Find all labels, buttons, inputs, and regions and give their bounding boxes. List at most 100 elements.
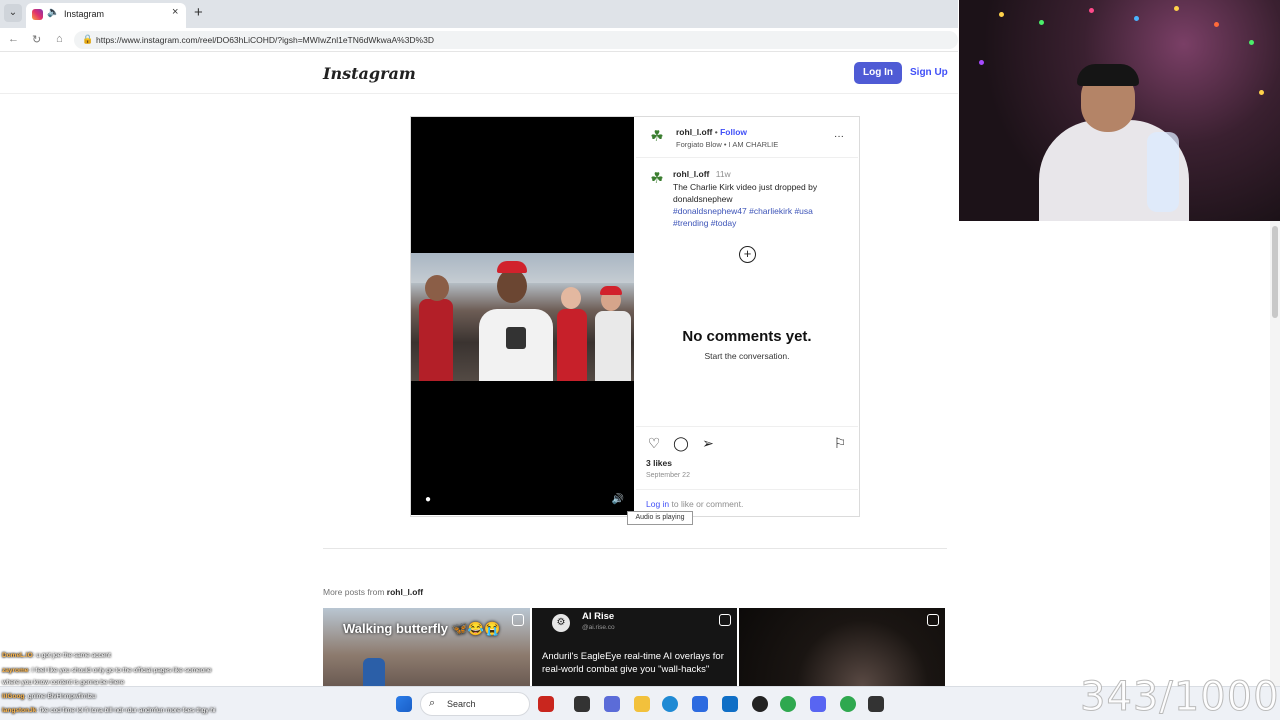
chat-user: zayrome — [2, 667, 29, 674]
string-light — [979, 60, 984, 65]
home-icon[interactable]: ⌂ — [56, 33, 63, 45]
store-icon[interactable] — [692, 696, 708, 712]
audio-track[interactable]: Forgiato Blow • I AM CHARLIE — [676, 140, 778, 149]
app-icon[interactable] — [868, 696, 884, 712]
string-light — [1174, 6, 1179, 11]
ai-rise-logo-icon: ⚙ — [552, 614, 570, 632]
task-view-icon[interactable] — [574, 696, 590, 712]
chat-text: : I feel like you should only go to the … — [28, 667, 212, 674]
caption-text: The Charlie Kirk video just dropped by d… — [673, 182, 818, 204]
chat-message: langstonJk: fke cod fime lol fi lcrra bl… — [2, 707, 216, 714]
reel-video[interactable]: ● 🔊 — [411, 117, 634, 515]
more-posts-author[interactable]: rohl_l.off — [387, 587, 423, 597]
string-light — [999, 12, 1004, 17]
back-icon[interactable]: ← — [8, 33, 19, 45]
chat-user: langstonJk — [2, 707, 37, 714]
scrollbar-thumb[interactable] — [1272, 226, 1278, 318]
thumb2-handle: @ai.rise.co — [582, 624, 615, 631]
app-icon[interactable] — [604, 696, 620, 712]
user-tags-icon[interactable]: ● — [419, 491, 437, 509]
tab-strip: ⌄ 🔈 Instagram × + — [0, 0, 958, 28]
tab-instagram[interactable]: 🔈 Instagram × — [26, 3, 186, 28]
reel-icon — [927, 614, 939, 626]
add-icon[interactable]: + — [739, 246, 756, 263]
caption-avatar[interactable]: ☘ — [648, 170, 666, 188]
chat-text: : fke cod fime lol fi lcrra blll ndr rdu… — [36, 707, 216, 714]
speaker-icon[interactable]: 🔈 — [47, 7, 59, 18]
chat-message: DomeL.lO: u got joe the same accent — [2, 652, 111, 659]
thumb2-channel: AI Rise — [582, 611, 615, 622]
string-light — [1039, 20, 1044, 25]
tab-list-button[interactable]: ⌄ — [4, 4, 22, 22]
like-heart-icon[interactable]: ♡ — [645, 434, 663, 452]
taskbar-search[interactable]: ⌕ Search — [420, 692, 530, 716]
chat-message: lilGoog: gnlme BlvHnmpwflrnlzu — [2, 693, 96, 700]
share-icon[interactable]: ➢ — [699, 434, 717, 452]
windows-start-icon[interactable] — [396, 696, 412, 712]
login-divider — [636, 489, 858, 490]
search-icon: ⌕ — [429, 697, 436, 709]
site-info-icon[interactable]: 🔒 — [82, 34, 93, 45]
post-author-line: rohl_l.off • Follow — [676, 127, 747, 137]
likes-count[interactable]: 3 likes — [646, 458, 672, 468]
instagram-logo[interactable]: Instagram — [323, 64, 416, 83]
tab-title: Instagram — [64, 9, 105, 19]
app-icon[interactable] — [752, 696, 768, 712]
string-light — [1134, 16, 1139, 21]
thumb2-text: Anduril's EagleEye real-time AI overlays… — [542, 651, 724, 675]
login-link[interactable]: Log in — [646, 499, 669, 509]
comment-icon[interactable]: ◯ — [672, 434, 690, 452]
follow-button[interactable]: Follow — [720, 127, 747, 137]
app-icon[interactable] — [538, 696, 554, 712]
post-date: September 22 — [646, 472, 690, 479]
caption-hashtags[interactable]: #donaldsnephew47 #charliekirk #usa #tren… — [673, 205, 843, 229]
caption-author[interactable]: rohl_l.off — [673, 169, 709, 179]
more-posts-heading: More posts from rohl_l.off — [323, 587, 423, 597]
caption-header: rohl_l.off 11w — [673, 169, 731, 179]
audio-toggle-icon[interactable]: 🔊 — [609, 491, 627, 509]
thumb1-figure — [363, 658, 385, 686]
close-tab-icon[interactable]: × — [172, 6, 178, 18]
section-divider — [323, 548, 947, 549]
instagram-favicon-icon — [32, 9, 43, 20]
caption: The Charlie Kirk video just dropped by d… — [673, 181, 843, 229]
edge-browser-icon[interactable] — [662, 696, 678, 712]
discord-icon[interactable] — [810, 696, 826, 712]
chat-text: where you know content is gonna be there — [2, 679, 125, 686]
more-options-icon[interactable]: ··· — [834, 131, 844, 142]
header-divider — [0, 93, 958, 94]
more-post-thumb-3[interactable] — [739, 608, 945, 686]
post-author[interactable]: rohl_l.off — [676, 127, 712, 137]
login-button[interactable]: Log In — [854, 62, 902, 84]
no-comments-heading: No comments yet. — [682, 328, 812, 345]
string-light — [1214, 22, 1219, 27]
signup-link[interactable]: Sign Up — [910, 67, 948, 78]
chrome-icon[interactable] — [780, 696, 796, 712]
string-light — [1259, 90, 1264, 95]
caption-time: 11w — [715, 169, 731, 179]
chat-text: : gnlme BlvHnmpwflrnlzu — [24, 693, 96, 700]
address-bar-row: ← ↻ ⌂ 🔒 https://www.instagram.com/reel/D… — [0, 28, 958, 52]
header-divider-post — [636, 157, 858, 158]
url-text[interactable]: https://www.instagram.com/reel/DO63hLiCO… — [96, 35, 434, 45]
chat-text: : u got joe the same accent — [32, 652, 111, 659]
chat-user: DomeL.lO — [2, 652, 33, 659]
author-avatar[interactable]: ☘ — [648, 128, 666, 146]
water-bottle — [1147, 132, 1179, 212]
more-post-thumb-2[interactable]: ⚙ AI Rise @ai.rise.co Anduril's EagleEye… — [532, 608, 737, 686]
save-bookmark-icon[interactable]: ⚐ — [831, 434, 849, 452]
audio-tooltip: Audio is playing — [627, 511, 693, 525]
chrome-icon[interactable] — [840, 696, 856, 712]
new-tab-button[interactable]: + — [194, 5, 203, 21]
string-light — [1249, 40, 1254, 45]
address-bar[interactable]: 🔒 https://www.instagram.com/reel/DO63hLi… — [74, 31, 958, 49]
more-post-thumb-1[interactable]: Walking butterfly 🦋😂😭 — [323, 608, 530, 686]
string-light — [1089, 8, 1094, 13]
outlook-icon[interactable] — [722, 696, 738, 712]
chat-message: zayrome: I feel like you should only go … — [2, 667, 211, 674]
taskbar-search-label: Search — [447, 699, 476, 709]
reload-icon[interactable]: ↻ — [32, 33, 41, 46]
file-explorer-icon[interactable] — [634, 696, 650, 712]
login-prompt-text: to like or comment. — [669, 499, 744, 509]
reel-icon — [719, 614, 731, 626]
